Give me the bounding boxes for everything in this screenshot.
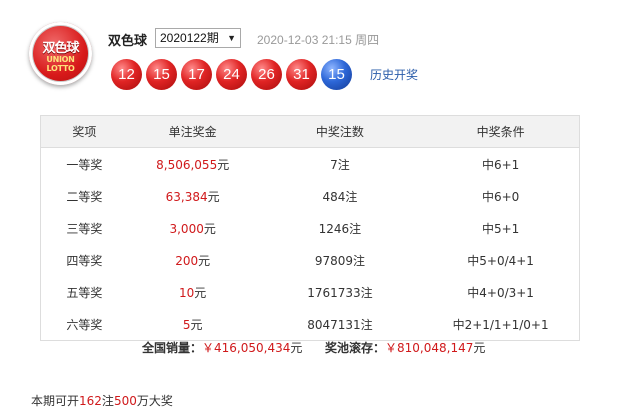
winner-count: 7注 bbox=[330, 157, 350, 172]
prize-amount-unit: 元 bbox=[203, 221, 216, 236]
chevron-down-icon: ▼ bbox=[227, 33, 236, 43]
prize-amount: 10元 bbox=[128, 276, 258, 308]
red-ball: 24 bbox=[216, 59, 247, 90]
prize-amount-unit: 元 bbox=[217, 157, 230, 172]
prize-level: 二等奖 bbox=[66, 189, 103, 204]
column-header-condition: 中奖条件 bbox=[422, 115, 580, 148]
column-header-amount: 单注奖金 bbox=[127, 115, 258, 148]
footnote-suffix: 万大奖 bbox=[136, 394, 173, 408]
table-row: 二等奖 63,384元 484注 中6+0 bbox=[41, 180, 580, 212]
winner-count: 1246注 bbox=[318, 221, 362, 236]
prize-amount-unit: 元 bbox=[198, 253, 211, 268]
footnote-amount: 500 bbox=[113, 394, 137, 408]
red-ball: 17 bbox=[181, 59, 212, 90]
history-draws-link[interactable]: 历史开奖 bbox=[370, 66, 418, 83]
win-condition: 中5+0/4+1 bbox=[467, 253, 534, 268]
winner-count: 1761733注 bbox=[307, 285, 373, 300]
red-ball: 15 bbox=[146, 59, 177, 90]
prize-amount-value: 200 bbox=[175, 253, 199, 268]
prize-amount-unit: 元 bbox=[190, 317, 203, 332]
column-header-level: 奖项 bbox=[40, 115, 128, 148]
union-lotto-logo: 双色球 UNION LOTTO bbox=[29, 22, 92, 85]
prize-amount: 5元 bbox=[128, 308, 258, 341]
pool-value: ￥810,048,147 bbox=[385, 341, 474, 355]
prize-amount-unit: 元 bbox=[194, 285, 207, 300]
red-ball: 12 bbox=[111, 59, 142, 90]
winner-count: 484注 bbox=[322, 189, 358, 204]
footnote-count: 162 bbox=[79, 394, 102, 408]
win-condition: 中6+0 bbox=[481, 189, 520, 204]
logo-text-union: UNION bbox=[46, 55, 75, 64]
prize-amount: 63,384元 bbox=[128, 180, 258, 212]
prize-amount: 200元 bbox=[128, 244, 258, 276]
table-row: 六等奖 5元 8047131注 中2+1/1+1/0+1 bbox=[41, 308, 580, 341]
national-sales: 全国销量：￥416,050,434元 bbox=[142, 339, 302, 356]
prize-level: 六等奖 bbox=[66, 317, 103, 332]
red-ball: 26 bbox=[251, 59, 282, 90]
win-condition: 中2+1/1+1/0+1 bbox=[452, 317, 549, 332]
blue-ball: 15 bbox=[321, 59, 352, 90]
pool-unit: 元 bbox=[473, 341, 486, 355]
prize-level: 五等奖 bbox=[66, 285, 103, 300]
logo-text-lotto: LOTTO bbox=[46, 64, 75, 73]
winner-count: 97809注 bbox=[314, 253, 365, 268]
red-ball: 31 bbox=[286, 59, 317, 90]
sales-value: ￥416,050,434 bbox=[202, 341, 291, 355]
issue-selected-value: 2020122期 bbox=[160, 31, 219, 45]
sales-label: 全国销量： bbox=[142, 341, 203, 355]
prize-amount-value: 63,384 bbox=[165, 189, 208, 204]
table-row: 三等奖 3,000元 1246注 中5+1 bbox=[41, 212, 580, 244]
draw-time: 2020-12-03 21:15 周四 bbox=[257, 33, 380, 47]
table-row: 五等奖 10元 1761733注 中4+0/3+1 bbox=[41, 276, 580, 308]
prize-amount: 3,000元 bbox=[128, 212, 258, 244]
table-row: 一等奖 8,506,055元 7注 中6+1 bbox=[41, 148, 580, 181]
issue-select[interactable]: 2020122期 ▼ bbox=[155, 28, 241, 48]
prize-amount-value: 10 bbox=[179, 285, 195, 300]
column-header-count: 中奖注数 bbox=[257, 115, 423, 148]
prize-level: 三等奖 bbox=[66, 221, 103, 236]
jackpot-pool: 奖池滚存：￥810,048,147元 bbox=[325, 339, 485, 356]
pool-label: 奖池滚存： bbox=[325, 341, 386, 355]
footnote-mid: 注 bbox=[101, 394, 114, 408]
win-condition: 中6+1 bbox=[481, 157, 520, 172]
table-row: 四等奖 200元 97809注 中5+0/4+1 bbox=[41, 244, 580, 276]
win-condition: 中5+1 bbox=[481, 221, 520, 236]
winner-count: 8047131注 bbox=[307, 317, 373, 332]
lottery-name: 双色球 bbox=[108, 34, 148, 49]
prize-amount: 8,506,055元 bbox=[128, 148, 258, 181]
logo-text-main: 双色球 bbox=[42, 41, 79, 56]
table-header-row: 奖项 单注奖金 中奖注数 中奖条件 bbox=[40, 115, 580, 148]
prize-level: 一等奖 bbox=[66, 157, 103, 172]
footnote-prefix: 本期可开 bbox=[31, 394, 80, 408]
prize-amount-value: 3,000 bbox=[169, 221, 204, 236]
prize-amount-value: 8,506,055 bbox=[156, 157, 218, 172]
prize-level: 四等奖 bbox=[66, 253, 103, 268]
prize-table: 奖项 单注奖金 中奖注数 中奖条件 一等奖 8,506,055元 7注 中6+1… bbox=[40, 115, 580, 341]
prize-amount-unit: 元 bbox=[207, 189, 220, 204]
sales-unit: 元 bbox=[290, 341, 303, 355]
win-condition: 中4+0/3+1 bbox=[467, 285, 534, 300]
jackpot-footnote: 本期可开162注500万大奖 bbox=[31, 392, 173, 409]
